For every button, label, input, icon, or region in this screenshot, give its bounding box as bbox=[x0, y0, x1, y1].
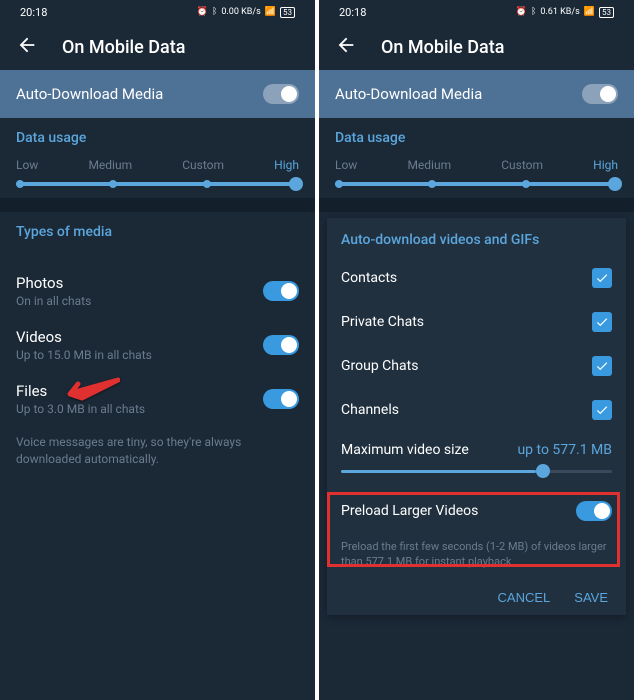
status-bar: 20:18 ⏰ᛒ0.00 KB/s📶 53 bbox=[0, 0, 315, 24]
videos-toggle[interactable] bbox=[263, 335, 299, 355]
checkbox-icon[interactable] bbox=[592, 400, 612, 420]
usage-slider[interactable] bbox=[335, 182, 618, 186]
annotation-arrow-icon bbox=[60, 372, 120, 406]
banner-label: Auto-Download Media bbox=[335, 85, 482, 103]
preload-toggle[interactable] bbox=[576, 501, 612, 521]
status-icons: ⏰ᛒ0.00 KB/s📶 53 bbox=[197, 7, 295, 18]
checkbox-icon[interactable] bbox=[592, 356, 612, 376]
back-arrow-icon[interactable] bbox=[335, 34, 357, 60]
save-button[interactable]: SAVE bbox=[574, 590, 608, 605]
status-time: 20:18 bbox=[339, 6, 366, 19]
status-time: 20:18 bbox=[20, 6, 47, 19]
modal-row-channels[interactable]: Channels bbox=[327, 388, 626, 432]
modal-row-group[interactable]: Group Chats bbox=[327, 344, 626, 388]
maxsize-value: up to 577.1 MB bbox=[517, 442, 612, 458]
divider bbox=[0, 198, 315, 212]
modal-row-contacts[interactable]: Contacts bbox=[327, 256, 626, 300]
page-title: On Mobile Data bbox=[62, 37, 185, 58]
photos-sub: On in all chats bbox=[16, 294, 91, 308]
status-icons: ⏰ᛒ0.61 KB/s📶 53 bbox=[516, 7, 614, 18]
videos-row[interactable]: Videos Up to 15.0 MB in all chats bbox=[0, 318, 315, 372]
maxsize-label: Maximum video size bbox=[341, 442, 469, 458]
back-arrow-icon[interactable] bbox=[16, 34, 38, 60]
screen-right: 20:18 ⏰ᛒ0.61 KB/s📶 53 On Mobile Data Aut… bbox=[319, 0, 634, 700]
auto-download-toggle[interactable] bbox=[582, 84, 618, 104]
divider bbox=[319, 198, 634, 212]
photos-toggle[interactable] bbox=[263, 281, 299, 301]
files-toggle[interactable] bbox=[263, 389, 299, 409]
checkbox-icon[interactable] bbox=[592, 312, 612, 332]
photos-title: Photos bbox=[16, 274, 91, 292]
maxsize-slider[interactable] bbox=[341, 470, 612, 473]
files-row[interactable]: Files Up to 3.0 MB in all chats bbox=[0, 372, 315, 426]
auto-download-banner[interactable]: Auto-Download Media bbox=[0, 70, 315, 118]
preload-row[interactable]: Preload Larger Videos bbox=[327, 489, 626, 533]
usage-slider[interactable] bbox=[16, 182, 299, 186]
screen-left: 20:18 ⏰ᛒ0.00 KB/s📶 53 On Mobile Data Aut… bbox=[0, 0, 315, 700]
modal-title: Auto-download videos and GIFs bbox=[327, 218, 626, 256]
voice-note: Voice messages are tiny, so they're alwa… bbox=[0, 426, 315, 476]
banner-label: Auto-Download Media bbox=[16, 85, 163, 103]
checkbox-icon[interactable] bbox=[592, 268, 612, 288]
usage-slider-labels: Low Medium Custom High bbox=[335, 158, 618, 172]
usage-slider-labels: Low Medium Custom High bbox=[16, 158, 299, 172]
modal-actions: CANCEL SAVE bbox=[327, 580, 626, 615]
modal-row-private[interactable]: Private Chats bbox=[327, 300, 626, 344]
data-usage-section: Data usage Low Medium Custom High bbox=[0, 118, 315, 198]
app-header: On Mobile Data bbox=[319, 24, 634, 70]
data-usage-title: Data usage bbox=[335, 130, 618, 146]
video-settings-modal: Auto-download videos and GIFs Contacts P… bbox=[327, 218, 626, 615]
preload-note: Preload the first few seconds (1-2 MB) o… bbox=[327, 533, 626, 580]
types-section: Types of media bbox=[0, 212, 315, 264]
status-bar: 20:18 ⏰ᛒ0.61 KB/s📶 53 bbox=[319, 0, 634, 24]
types-title: Types of media bbox=[16, 224, 299, 240]
videos-sub: Up to 15.0 MB in all chats bbox=[16, 348, 152, 362]
max-size-section: Maximum video size up to 577.1 MB bbox=[327, 432, 626, 489]
data-usage-title: Data usage bbox=[16, 130, 299, 146]
data-usage-section: Data usage Low Medium Custom High bbox=[319, 118, 634, 198]
auto-download-toggle[interactable] bbox=[263, 84, 299, 104]
page-title: On Mobile Data bbox=[381, 37, 504, 58]
app-header: On Mobile Data bbox=[0, 24, 315, 70]
videos-title: Videos bbox=[16, 328, 152, 346]
cancel-button[interactable]: CANCEL bbox=[498, 590, 551, 605]
photos-row[interactable]: Photos On in all chats bbox=[0, 264, 315, 318]
auto-download-banner[interactable]: Auto-Download Media bbox=[319, 70, 634, 118]
